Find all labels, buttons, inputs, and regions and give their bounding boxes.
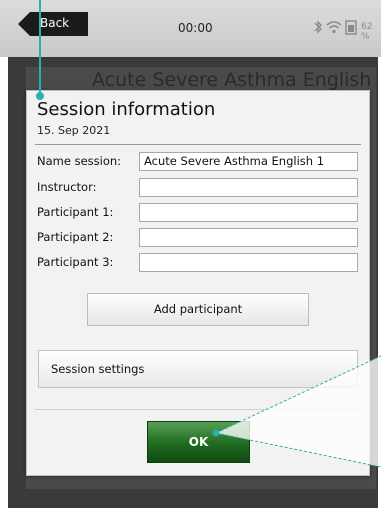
- divider: [35, 409, 361, 410]
- status-bar: Back 00:00 62 %: [0, 0, 381, 57]
- background-session-title: Acute Severe Asthma English: [92, 69, 372, 91]
- dialog-title: Session information: [37, 99, 216, 120]
- participant-2-field[interactable]: [139, 228, 358, 247]
- divider: [35, 144, 361, 145]
- back-button-label: Back: [40, 16, 70, 30]
- back-button[interactable]: Back: [18, 12, 88, 36]
- wifi-icon: [326, 21, 342, 34]
- battery-icon: [345, 20, 357, 35]
- ok-button[interactable]: OK: [147, 421, 250, 463]
- bluetooth-icon: [314, 20, 322, 34]
- participant-2-label: Participant 2:: [37, 230, 114, 244]
- name-session-field[interactable]: Acute Severe Asthma English 1: [139, 152, 358, 171]
- instructor-label: Instructor:: [37, 180, 97, 194]
- name-session-label: Name session:: [37, 154, 122, 168]
- session-information-dialog: Session information 15. Sep 2021 Name se…: [26, 90, 370, 476]
- battery-percent: 62 %: [361, 22, 373, 42]
- session-settings-button[interactable]: Session settings: [38, 350, 358, 388]
- instructor-field[interactable]: [139, 178, 358, 197]
- add-participant-button[interactable]: Add participant: [87, 293, 309, 326]
- participant-3-label: Participant 3:: [37, 255, 114, 269]
- participant-1-label: Participant 1:: [37, 205, 114, 219]
- participant-3-field[interactable]: [139, 253, 358, 272]
- clock: 00:00: [178, 21, 213, 35]
- participant-1-field[interactable]: [139, 203, 358, 222]
- session-date: 15. Sep 2021: [37, 124, 111, 137]
